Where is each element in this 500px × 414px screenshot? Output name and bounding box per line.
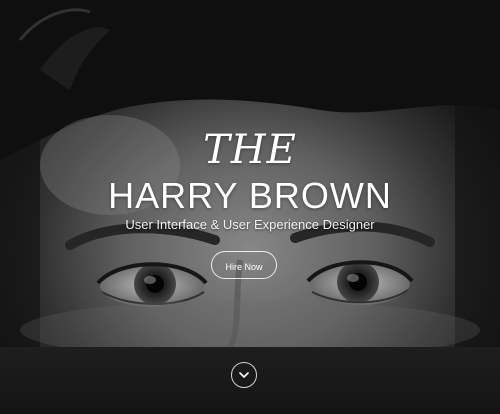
chevron-down-icon <box>239 372 249 378</box>
hero-tagline: User Interface & User Experience Designe… <box>125 217 375 232</box>
hero-content: THE HARRY BROWN User Interface & User Ex… <box>0 128 500 233</box>
hero-name: HARRY BROWN <box>108 175 392 216</box>
hero-prefix: THE <box>203 127 297 173</box>
scroll-down-button[interactable] <box>231 362 257 388</box>
hire-now-button[interactable]: Hire Now <box>211 251 277 279</box>
hero-section: THE HARRY BROWN User Interface & User Ex… <box>0 0 500 414</box>
